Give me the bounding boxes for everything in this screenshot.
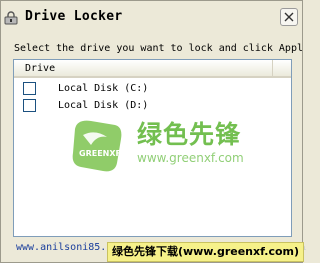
drive-list[interactable]: Drive Local Disk (C:) Local Disk (D:) GR…: [13, 59, 292, 237]
watermark-url: www.greenxf.com: [137, 151, 244, 165]
drive-d-checkbox[interactable]: [23, 99, 36, 112]
watermark-chinese-name: 绿色先锋: [137, 120, 242, 149]
watermark-logo-text: GREENXF.COM: [79, 149, 125, 158]
close-icon: [284, 12, 294, 22]
list-item-drive-d[interactable]: Local Disk (D:): [14, 97, 291, 113]
watermark-banner: 绿色先锋下载(www.greenxf.com): [107, 242, 304, 262]
drive-c-checkbox[interactable]: [23, 82, 36, 95]
list-header: Drive: [14, 60, 291, 78]
column-header-drive[interactable]: Drive: [14, 60, 273, 76]
list-item-drive-c[interactable]: Local Disk (C:): [14, 80, 291, 96]
drive-locker-window: Drive Locker Select the drive you want t…: [0, 0, 306, 263]
instruction-text: Select the drive you want to lock and cl…: [14, 43, 302, 54]
watermark-logo-icon: GREENXF.COM: [72, 120, 125, 172]
drive-d-label: Local Disk (D:): [58, 100, 149, 111]
drive-c-label: Local Disk (C:): [58, 83, 149, 94]
column-header-drive-label: Drive: [25, 63, 56, 74]
lock-drive-icon: [4, 10, 18, 25]
title-bar: Drive Locker: [1, 1, 302, 33]
close-button[interactable]: [280, 8, 298, 26]
window-title: Drive Locker: [25, 9, 123, 24]
